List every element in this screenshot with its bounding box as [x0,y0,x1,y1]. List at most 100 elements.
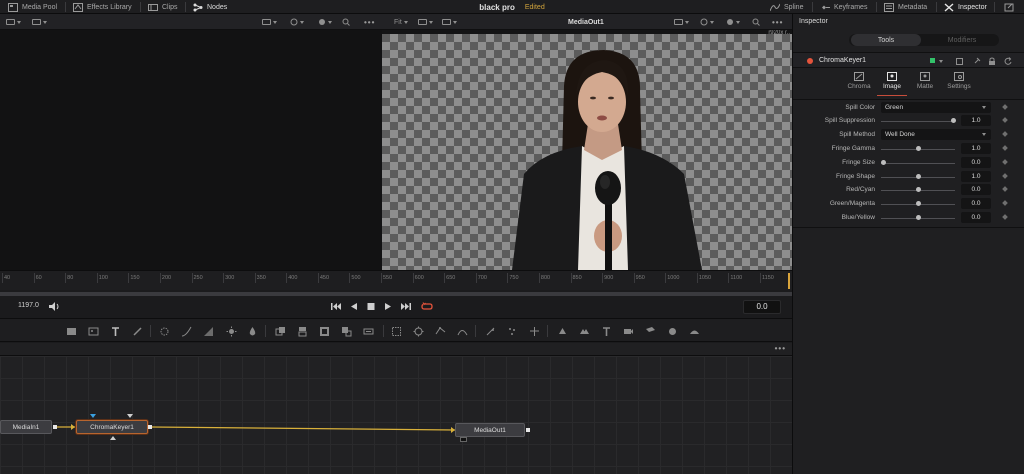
right-zoom-button[interactable] [752,17,760,27]
keyframe-icon[interactable] [1002,145,1008,151]
viewer-options-button[interactable] [262,17,277,27]
keyer-effect-mask-triangle-icon[interactable] [110,436,116,441]
inspector-button[interactable]: Inspector [944,0,987,14]
versions-icon[interactable] [956,57,964,65]
viewer-layout-button[interactable] [6,17,21,27]
right-channel-button[interactable] [700,17,714,27]
go-to-start-icon[interactable] [330,301,342,312]
text-tool-button[interactable] [109,325,121,337]
channel-booleans-button[interactable] [296,325,308,337]
rectangle-mask-button[interactable] [390,325,402,337]
subtab-settings[interactable]: Settings [939,72,979,96]
shape3d-button[interactable] [556,325,568,337]
node-chromakeyer[interactable]: ChromaKeyer1 [76,420,148,434]
node-mediaout[interactable]: MediaOut1 [455,423,525,437]
fringe-gamma-value[interactable]: 1.0 [961,143,991,154]
loop-icon[interactable] [421,301,433,312]
color-corrector-button[interactable] [158,325,170,337]
blur-button[interactable] [246,325,258,337]
color-picker-button[interactable] [318,17,332,27]
particle-style-button[interactable] [528,325,540,337]
slider-knob[interactable] [881,160,886,165]
channel-button[interactable] [290,17,304,27]
effects-library-button[interactable]: Effects Library [73,0,132,14]
spotlight-button[interactable] [688,325,700,337]
merge3d-button[interactable] [578,325,590,337]
fringe-shape-value[interactable]: 1.0 [961,171,991,182]
playhead[interactable] [788,273,790,289]
image-plane3d-button[interactable] [644,325,656,337]
keyer-mask-triangle-icon[interactable] [127,414,133,419]
right-viewer[interactable]: r920x r.. [382,30,792,270]
ellipse-mask-button[interactable] [412,325,424,337]
matte-control-button[interactable] [318,325,330,337]
slider-track[interactable] [881,163,955,164]
merge-button[interactable] [274,325,286,337]
spline-button[interactable]: Spline [770,0,803,14]
slider-knob[interactable] [916,146,921,151]
slider-track[interactable] [881,121,955,122]
slider-knob[interactable] [951,118,956,123]
keyframe-icon[interactable] [1002,104,1008,110]
renderer3d-button[interactable] [666,325,678,337]
metadata-button[interactable]: Metadata [884,0,927,14]
transform-button[interactable] [340,325,352,337]
node-editor[interactable]: MediaIn1 ChromaKeyer1 MediaOut1 [0,356,792,474]
red-cyan-value[interactable]: 0.0 [961,184,991,195]
nodes-button[interactable]: Nodes [193,0,227,14]
keyframe-icon[interactable] [1002,200,1008,206]
zoom-button[interactable] [342,17,350,27]
node-editor-more-button[interactable]: ••• [775,344,786,353]
slider-knob[interactable] [916,201,921,206]
slider-knob[interactable] [916,187,921,192]
mediain-output-port[interactable] [53,425,57,429]
right-viewer-more-button[interactable]: ••• [772,17,783,27]
node-active-indicator[interactable] [930,58,935,63]
keyframe-icon[interactable] [1002,214,1008,220]
polygon-mask-button[interactable] [434,325,446,337]
node-mediain[interactable]: MediaIn1 [0,420,52,434]
green-magenta-value[interactable]: 0.0 [961,198,991,209]
paint-tool-button[interactable] [87,325,99,337]
reset-icon[interactable] [1004,57,1012,65]
keyframe-icon[interactable] [1002,186,1008,192]
paint-brush-button[interactable] [131,325,143,337]
play-reverse-icon[interactable] [348,301,360,312]
fullscreen-button[interactable] [1004,0,1014,14]
tab-tools[interactable]: Tools [851,34,921,46]
go-to-end-icon[interactable] [400,301,412,312]
keyframe-icon[interactable] [1002,117,1008,123]
keyframes-button[interactable]: Keyframes [820,0,867,14]
particle-render-button[interactable] [506,325,518,337]
resize-button[interactable] [362,325,374,337]
spill-color-dropdown[interactable]: Green [881,102,991,113]
slider-knob[interactable] [916,174,921,179]
zoom-fit-dropdown[interactable]: Fit [394,17,408,27]
media-pool-button[interactable]: Media Pool [8,0,57,14]
camera3d-button[interactable] [622,325,634,337]
keyframe-icon[interactable] [1002,173,1008,179]
lock-icon[interactable] [988,57,996,65]
text3d-button[interactable] [600,325,612,337]
brightness-contrast-button[interactable] [225,325,237,337]
play-forward-icon[interactable] [382,301,394,312]
pin-icon[interactable] [973,57,981,65]
left-viewer-more-button[interactable]: ••• [364,17,375,27]
slider-knob[interactable] [916,215,921,220]
bspline-mask-button[interactable] [456,325,468,337]
right-viewer-layout-button[interactable] [418,17,433,27]
inspector-node-header[interactable]: ChromaKeyer1 [793,52,1024,68]
keyer-input-triangle-icon[interactable] [90,414,96,419]
keyframe-icon[interactable] [1002,159,1008,165]
left-viewer[interactable] [0,30,382,270]
hue-curves-button[interactable] [202,325,214,337]
mediaout-viewer-indicator[interactable] [460,437,467,442]
mediaout-output-port[interactable] [526,428,530,432]
right-color-picker-button[interactable] [726,17,740,27]
right-viewer-lut-button[interactable] [442,17,457,27]
start-frame-field[interactable]: 1197.0 [18,302,39,309]
timeline-ruler[interactable]: 40 60 80 100 150 200 250 300 350 400 450 500 550 600 6… [0,270,792,290]
clips-button[interactable]: Clips [148,0,178,14]
viewer-lut-button[interactable] [32,17,47,27]
background-tool-button[interactable] [65,325,77,337]
